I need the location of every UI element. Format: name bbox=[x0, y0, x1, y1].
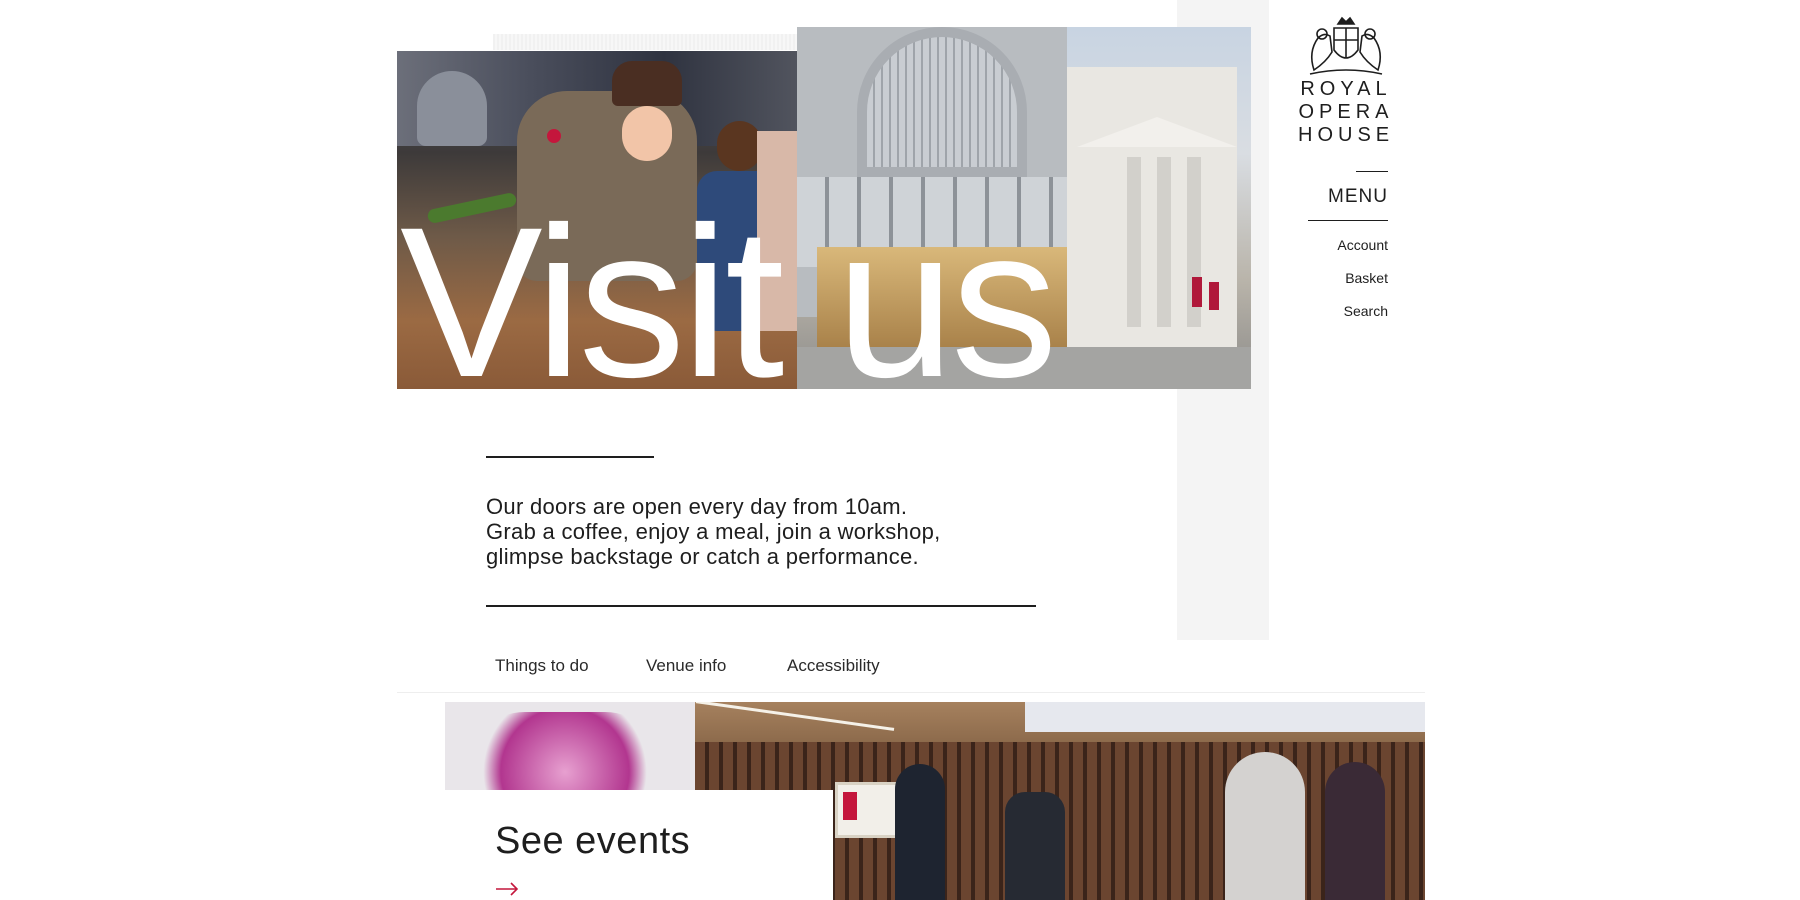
menu-divider-bottom bbox=[1308, 220, 1388, 221]
tabs-divider bbox=[397, 692, 1425, 693]
royal-crest-icon bbox=[1309, 16, 1383, 75]
tab-accessibility[interactable]: Accessibility bbox=[787, 656, 880, 676]
logo-text-line: HOUSE bbox=[1298, 124, 1395, 146]
logo-text-line: ROYAL bbox=[1300, 78, 1392, 100]
intro-line: glimpse backstage or catch a performance… bbox=[486, 544, 919, 569]
intro-line: Grab a coffee, enjoy a meal, join a work… bbox=[486, 519, 941, 544]
intro-divider-short bbox=[486, 456, 654, 458]
basket-link[interactable]: Basket bbox=[1300, 270, 1388, 286]
search-link[interactable]: Search bbox=[1300, 303, 1388, 319]
see-events-title[interactable]: See events bbox=[495, 820, 690, 863]
account-link[interactable]: Account bbox=[1300, 237, 1388, 253]
intro-line: Our doors are open every day from 10am. bbox=[486, 494, 908, 519]
hero-title: Visit us bbox=[400, 183, 1058, 422]
menu-divider-top bbox=[1356, 171, 1388, 172]
decorative-strip bbox=[493, 34, 799, 50]
intro-text: Our doors are open every day from 10am. … bbox=[486, 494, 1046, 569]
tab-things-to-do[interactable]: Things to do bbox=[495, 656, 589, 676]
tab-venue-info[interactable]: Venue info bbox=[646, 656, 726, 676]
intro-divider-long bbox=[486, 605, 1036, 607]
menu-button[interactable]: MENU bbox=[1300, 186, 1388, 208]
arrow-right-icon[interactable] bbox=[495, 882, 519, 896]
royal-opera-house-logo[interactable]: ROYAL OPERA HOUSE bbox=[1298, 16, 1394, 147]
logo-text-line: OPERA bbox=[1298, 101, 1394, 123]
